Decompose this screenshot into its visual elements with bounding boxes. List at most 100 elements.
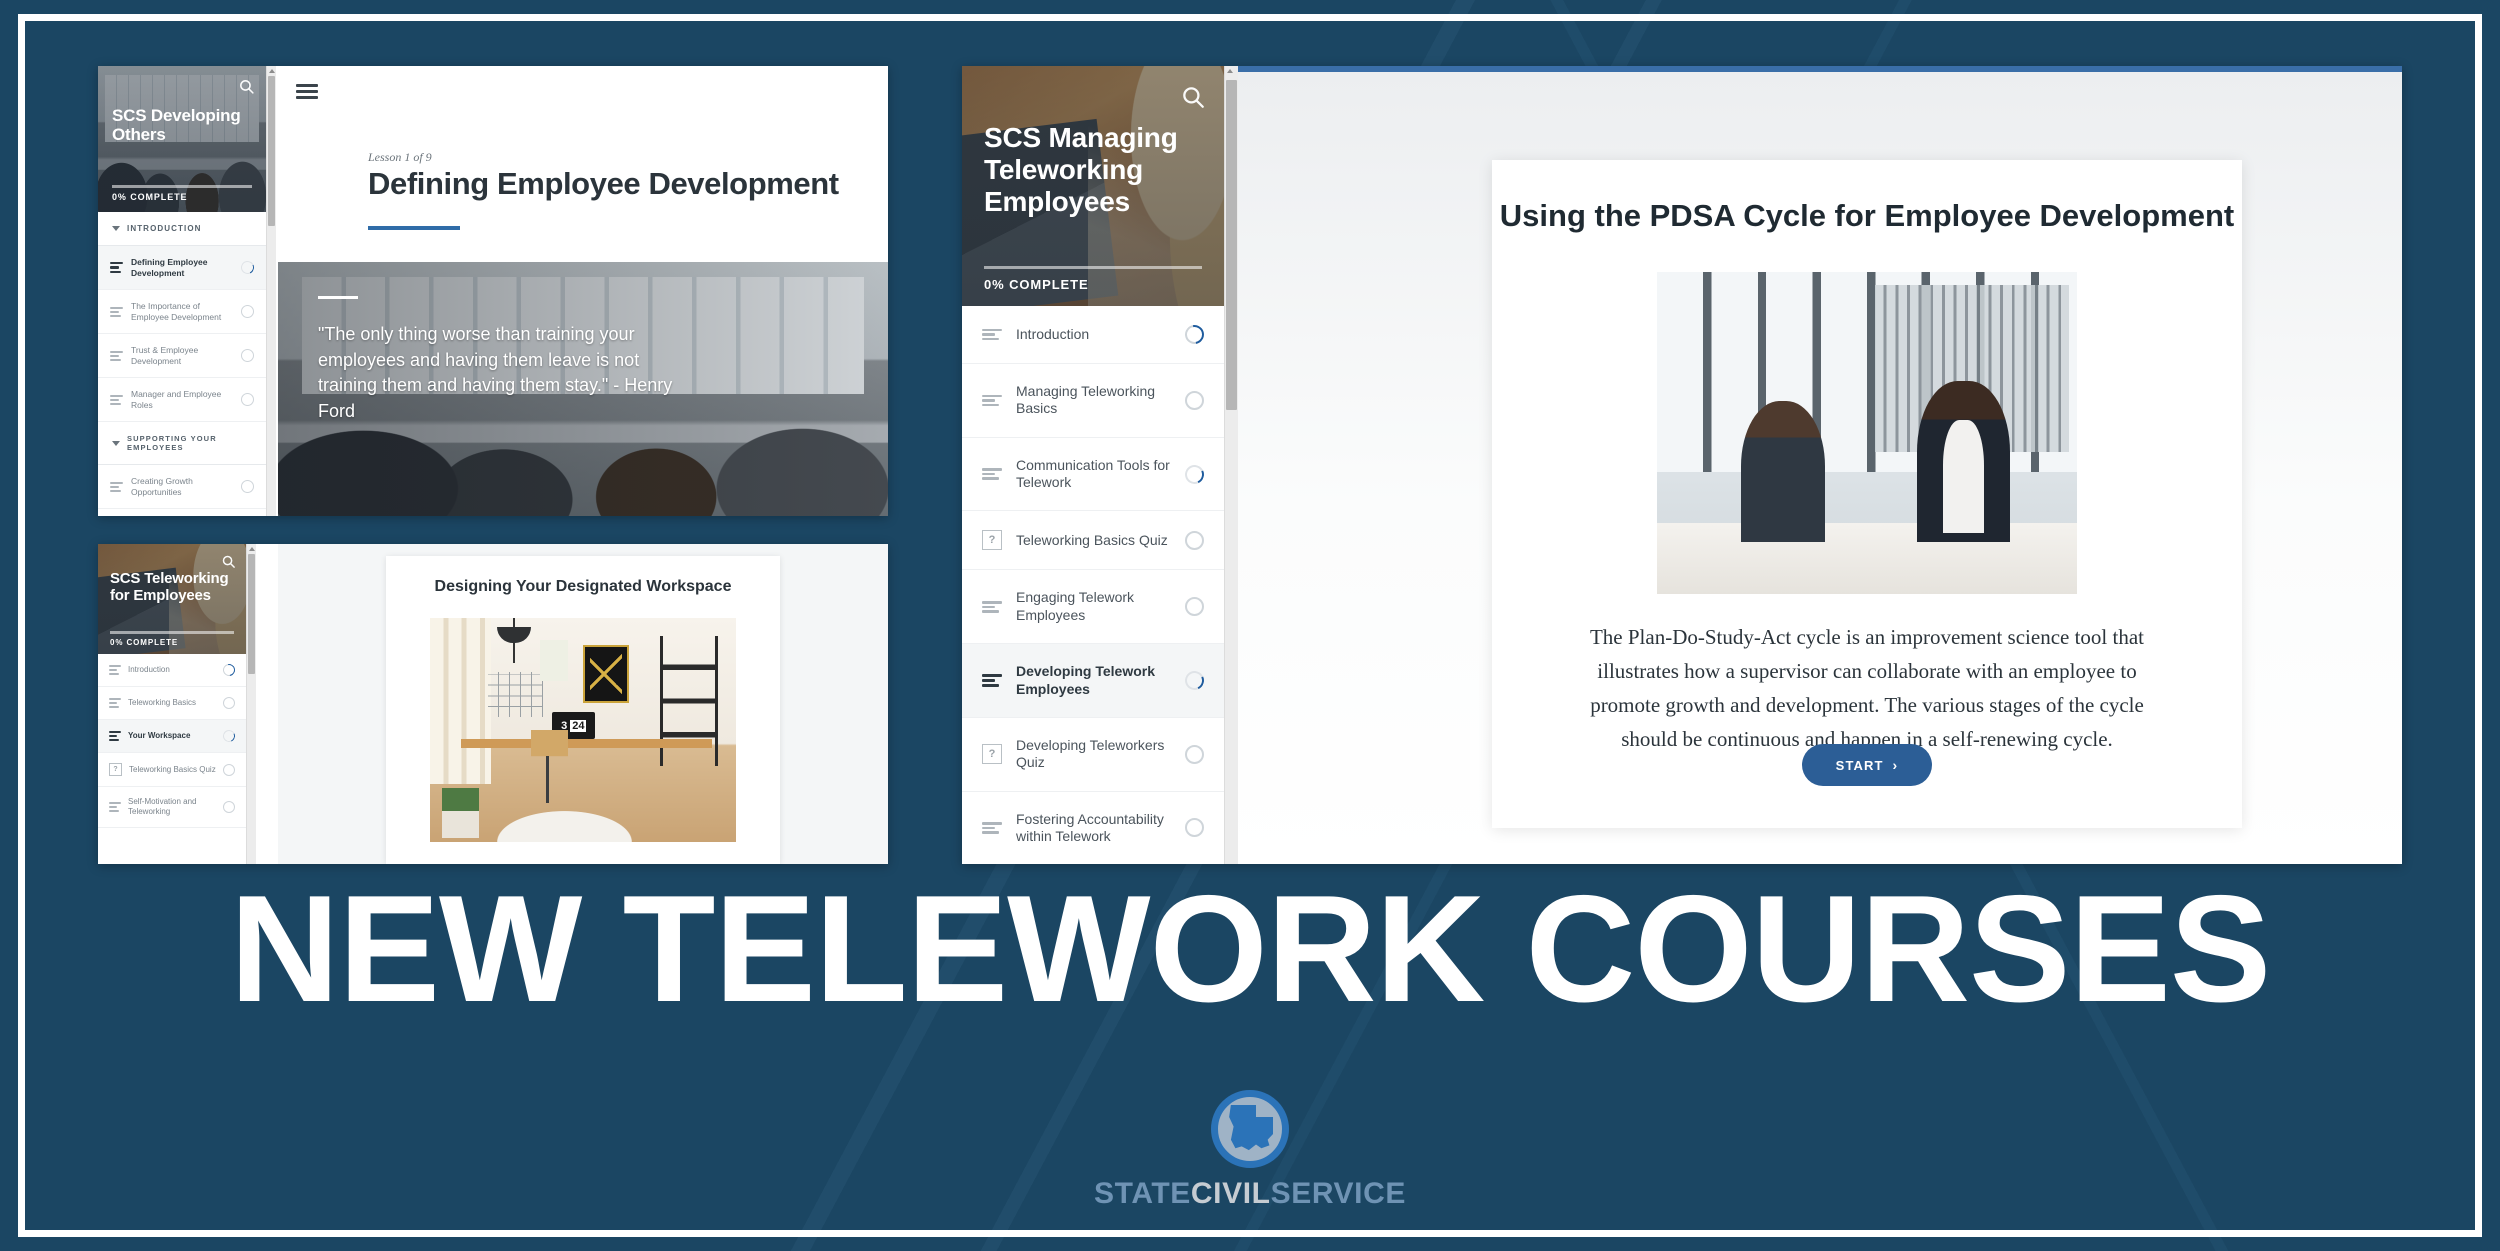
top-progress-rule — [1188, 66, 2402, 72]
quote-dash — [318, 296, 358, 299]
lesson-item-manager-and-employee-roles[interactable]: Manager and Employee Roles — [98, 378, 266, 423]
course-hero: SCS Teleworking for Employees 0% COMPLET… — [98, 544, 246, 654]
chevron-right-icon: › — [1892, 757, 1899, 773]
lesson-item-developing-teleworkers-quiz[interactable]: ? Developing Teleworkers Quiz — [962, 718, 1224, 792]
lesson-label: Introduction — [128, 665, 170, 675]
lesson-item-creating-growth-opportunities[interactable]: Creating Growth Opportunities — [98, 465, 266, 510]
brand-word-civil: CIVIL — [1190, 1177, 1271, 1210]
banner-canvas: Lesson 1 of 9 Defining Employee Developm… — [0, 0, 2500, 1251]
quiz-icon: ? — [109, 763, 122, 776]
lesson-icon — [109, 801, 121, 812]
search-icon[interactable] — [1180, 84, 1206, 110]
lesson-item-defining-employee-development[interactable]: Defining Employee Development — [98, 246, 266, 291]
lesson-item-teleworking-basics-quiz[interactable]: ? Teleworking Basics Quiz — [98, 753, 246, 787]
managing-teleworking-sidebar: SCS Managing Teleworking Employees 0% CO… — [962, 66, 1224, 864]
status-ring — [223, 697, 235, 709]
status-ring — [220, 661, 238, 679]
brand-word-service: SERVICE — [1270, 1177, 1406, 1210]
status-ring — [223, 800, 235, 813]
status-ring — [241, 393, 254, 407]
search-icon[interactable] — [238, 78, 255, 95]
brand-logo: STATECIVILSERVICE — [0, 1090, 2500, 1211]
lesson-item-your-workspace[interactable]: Your Workspace — [98, 720, 246, 753]
start-button[interactable]: START › — [1801, 744, 1933, 786]
lesson-title: Defining Employee Development — [368, 166, 839, 201]
sidebar-scrollbar[interactable] — [1224, 66, 1238, 864]
page-title: NEW TELEWORK COURSES — [229, 864, 2271, 1034]
lesson-icon — [109, 665, 121, 675]
scroll-up-arrow-icon[interactable] — [249, 547, 255, 551]
status-ring — [1185, 818, 1204, 838]
lesson-item-introduction[interactable]: Introduction — [98, 654, 246, 687]
hamburger-menu-icon[interactable] — [296, 84, 318, 99]
lesson-item-importance-of-employee-development[interactable]: The Importance of Employee Development — [98, 290, 266, 335]
lesson-item-teleworking-basics[interactable]: Teleworking Basics — [98, 687, 246, 720]
lesson-label: Communication Tools for Telework — [1016, 456, 1170, 491]
slide-body: The Plan-Do-Study-Act cycle is an improv… — [1589, 625, 2144, 752]
lesson-label: The Importance of Employee Development — [131, 301, 222, 322]
lesson-item-developing-telework-employees[interactable]: Developing Telework Employees — [962, 644, 1224, 718]
lesson-label: Developing Telework Employees — [1016, 663, 1155, 697]
teleworking-employees-content: Designing Your Designated Workspace 3 24 — [278, 544, 888, 864]
brand-wordmark: STATECIVILSERVICE — [0, 1177, 2500, 1211]
status-ring — [1182, 668, 1207, 693]
status-ring — [1185, 530, 1204, 550]
lesson-quote-text: "The only thing worse than training your… — [318, 324, 673, 421]
sidebar-scrollbar[interactable] — [266, 66, 276, 516]
lesson-item-self-motivation-and-teleworking[interactable]: Self-Motivation and Teleworking — [98, 787, 246, 828]
lesson-item-introduction[interactable]: Introduction — [962, 306, 1224, 364]
search-icon[interactable] — [221, 554, 236, 569]
sidebar-scrollbar[interactable] — [246, 544, 256, 864]
lesson-label: Teleworking Basics Quiz — [129, 764, 216, 774]
progress-bar — [112, 185, 252, 188]
lesson-label: Managing Teleworking Basics — [1016, 383, 1156, 417]
scroll-up-arrow-icon[interactable] — [1227, 69, 1233, 73]
lesson-list: Introduction Teleworking Basics Your Wor… — [98, 654, 246, 864]
slide-card: Using the PDSA Cycle for Employee Develo… — [1492, 160, 2242, 828]
lesson-icon — [110, 481, 123, 492]
lesson-icon — [982, 327, 1002, 342]
scrollbar-thumb[interactable] — [268, 76, 275, 226]
lesson-icon — [982, 673, 1002, 688]
lesson-item-engaging-telework-employees[interactable]: Engaging Telework Employees — [962, 570, 1224, 645]
section-header-introduction[interactable]: INTRODUCTION — [98, 212, 266, 246]
developing-others-content: Lesson 1 of 9 Defining Employee Developm… — [278, 66, 888, 516]
quiz-icon: ? — [982, 530, 1002, 551]
lesson-label: Developing Teleworkers Quiz — [1016, 736, 1165, 771]
section-header-supporting-your-employees[interactable]: SUPPORTING YOUR EMPLOYEES — [98, 422, 266, 466]
lesson-item-managing-teleworking-basics[interactable]: Managing Teleworking Basics — [962, 364, 1224, 438]
scrollbar-thumb[interactable] — [1226, 80, 1237, 410]
lesson-icon — [109, 731, 121, 741]
lesson-label: Your Workspace — [128, 731, 191, 741]
panel-teleworking-for-employees: Designing Your Designated Workspace 324 — [98, 544, 888, 864]
workspace-photo: 3 24 — [430, 618, 736, 842]
lesson-icon — [982, 393, 1002, 408]
status-ring — [221, 728, 237, 744]
lesson-icon — [110, 262, 123, 274]
panel-managing-teleworking-employees: Using the PDSA Cycle for Employee Develo… — [962, 66, 2402, 864]
lesson-label: Self-Motivation and Teleworking — [128, 797, 197, 816]
start-button-label: START — [1835, 757, 1884, 773]
course-progress: 0% COMPLETE — [98, 631, 246, 654]
scrollbar-thumb[interactable] — [248, 554, 255, 674]
status-ring — [1182, 461, 1207, 487]
lesson-label: Fostering Accountability within Telework — [1016, 810, 1164, 844]
slide-title: Designing Your Designated Workspace — [434, 578, 732, 595]
lesson-icon — [110, 394, 123, 405]
lesson-item-fostering-accountability-within-telework[interactable]: Fostering Accountability within Telework — [962, 792, 1224, 864]
lesson-kicker: Lesson 1 of 9 — [368, 150, 432, 164]
lesson-item-trust-and-employee-development[interactable]: Trust & Employee Development — [98, 334, 266, 379]
lesson-icon — [110, 306, 123, 317]
scroll-up-arrow-icon[interactable] — [269, 69, 275, 73]
course-hero: SCS Developing Others 0% COMPLETE — [98, 66, 266, 212]
progress-label: 0% COMPLETE — [984, 277, 1089, 292]
lesson-item-teleworking-basics-quiz[interactable]: ? Teleworking Basics Quiz — [962, 511, 1224, 571]
developing-others-sidebar: SCS Developing Others 0% COMPLETE INTROD… — [98, 66, 266, 516]
lesson-item-communication-tools-for-telework[interactable]: Communication Tools for Telework — [962, 438, 1224, 512]
course-hero: SCS Managing Teleworking Employees 0% CO… — [962, 66, 1224, 306]
lesson-icon — [109, 698, 121, 708]
lesson-quote-hero: "The only thing worse than training your… — [278, 262, 888, 516]
status-ring — [241, 480, 254, 494]
lesson-label: Engaging Telework Employees — [1016, 589, 1135, 623]
status-ring — [1181, 321, 1208, 348]
